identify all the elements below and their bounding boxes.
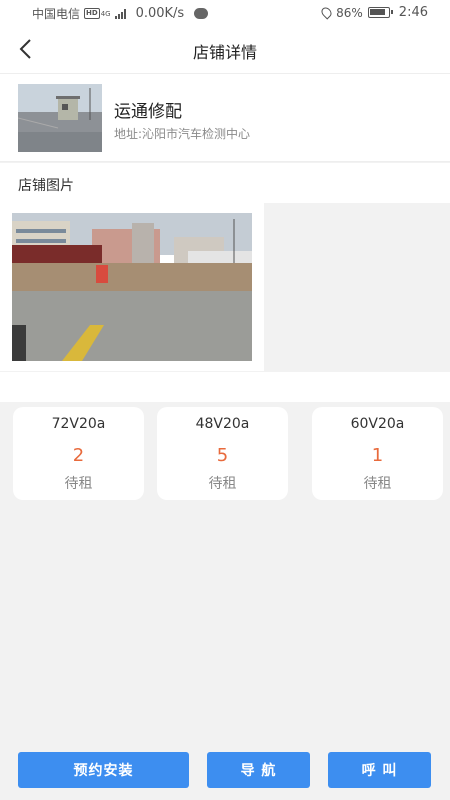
battery-model: 72V20a: [51, 416, 106, 432]
location-icon: [319, 5, 334, 20]
battery-card-48v[interactable]: 48V20a 5 待租: [157, 407, 288, 500]
shop-photos-section: 店铺图片: [0, 163, 450, 371]
network-speed: 0.00K/s: [135, 6, 185, 21]
nav-bar: 店铺详情: [0, 24, 450, 74]
battery-model: 48V20a: [195, 416, 250, 432]
section-divider: [0, 372, 450, 402]
battery-count: 5: [216, 445, 229, 466]
battery-count: 1: [371, 445, 384, 466]
photo-gallery: [0, 203, 450, 371]
signal-icon: [114, 8, 126, 19]
book-install-button[interactable]: 预约安装: [18, 752, 189, 788]
battery-percent: 86%: [336, 5, 363, 20]
clock: 2:46: [398, 5, 428, 20]
shop-address: 地址:沁阳市汽车检测中心: [114, 127, 251, 141]
network-type-label: 4G: [100, 9, 111, 18]
battery-status: 待租: [363, 476, 392, 492]
shop-photo[interactable]: [12, 213, 252, 361]
status-bar: 中国电信 HD 4G 0.00K/s 86% 2:46: [0, 0, 450, 24]
shop-thumbnail[interactable]: [18, 84, 102, 152]
call-button[interactable]: 呼 叫: [328, 752, 431, 788]
hd-badge: HD: [84, 8, 100, 19]
battery-count: 2: [72, 445, 85, 466]
battery-status: 待租: [208, 476, 237, 492]
battery-model: 60V20a: [350, 416, 405, 432]
battery-icon: [367, 7, 393, 18]
shop-photos-label: 店铺图片: [18, 178, 74, 194]
battery-status: 待租: [64, 476, 93, 492]
battery-card-60v[interactable]: 60V20a 1 待租: [312, 407, 443, 500]
shop-info: 运通修配 地址:沁阳市汽车检测中心: [0, 74, 450, 162]
chat-icon: [194, 8, 209, 19]
carrier-label: 中国电信: [32, 7, 81, 21]
shop-name: 运通修配: [114, 102, 182, 122]
battery-card-72v[interactable]: 72V20a 2 待租: [13, 407, 144, 500]
photo-placeholder: [264, 203, 450, 371]
page-title: 店铺详情: [192, 43, 257, 62]
navigate-button[interactable]: 导 航: [207, 752, 310, 788]
